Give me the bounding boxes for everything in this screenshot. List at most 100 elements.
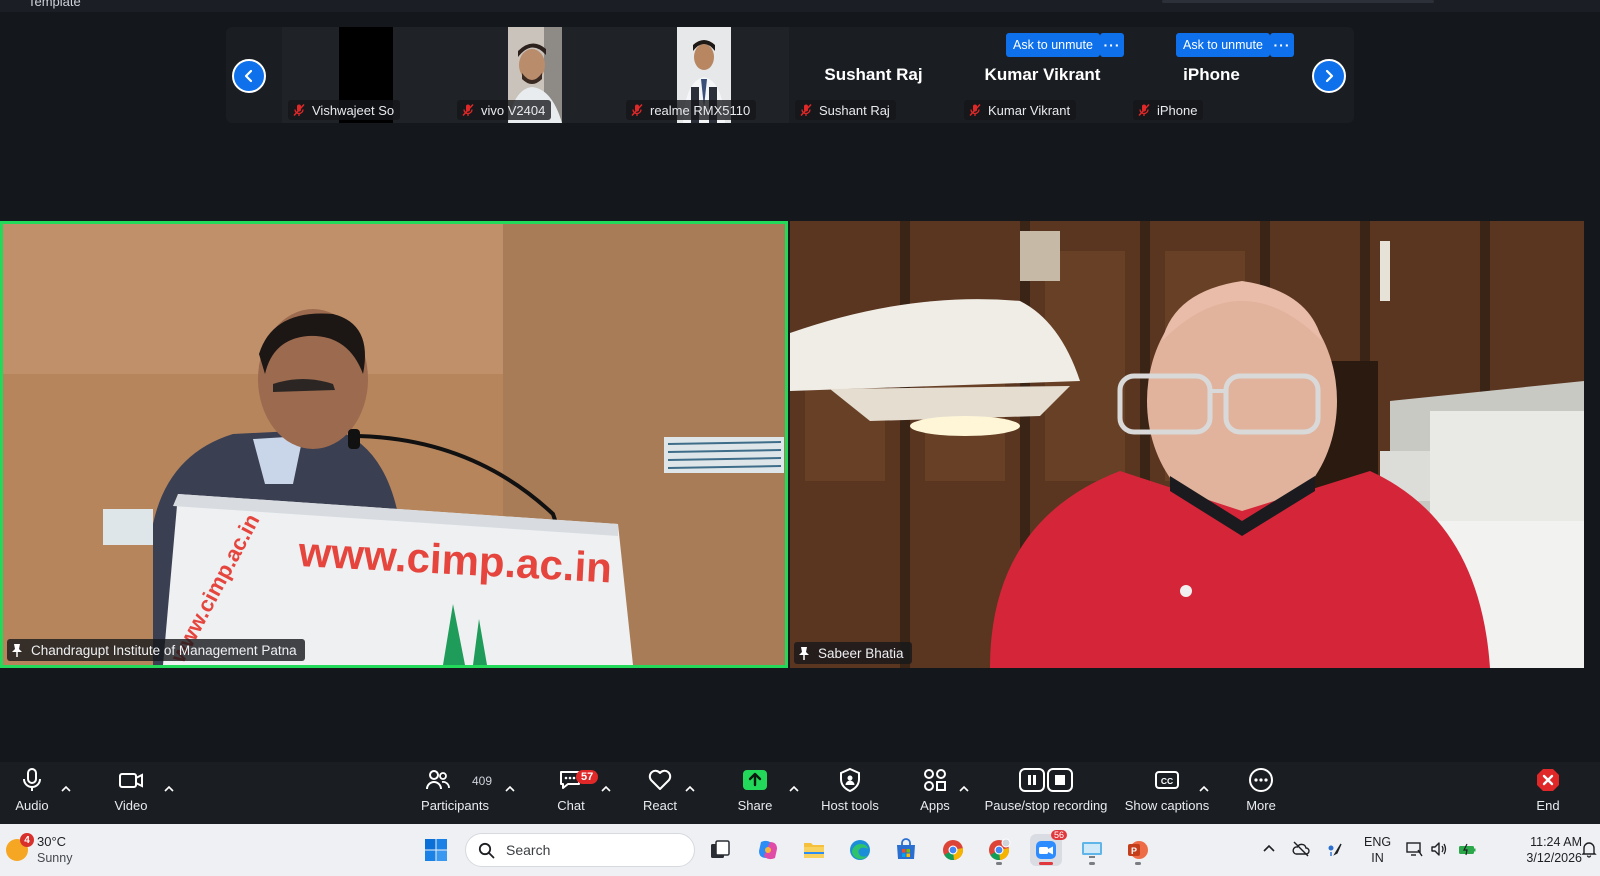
store-bag-icon: [897, 838, 915, 859]
sun-icon: 4: [6, 833, 34, 861]
input-language-button[interactable]: ENG IN: [1364, 834, 1391, 866]
speaker-icon: [1431, 842, 1447, 856]
task-view-button[interactable]: [704, 834, 736, 866]
participant-name: Sushant Raj: [824, 65, 923, 84]
gallery-prev-button[interactable]: [232, 59, 266, 93]
chevron-right-icon: [1325, 69, 1334, 83]
react-button[interactable]: React: [640, 762, 680, 824]
mic-muted-icon: [1138, 103, 1150, 117]
end-meeting-button[interactable]: End: [1532, 762, 1564, 824]
top-scroll-pill: [1162, 0, 1434, 3]
participant-tile[interactable]: vivo V2404: [451, 27, 620, 123]
show-hidden-icons-button[interactable]: [1260, 840, 1278, 858]
zoom-meeting-window: Template Vishwajeet So vivo V2404 realme…: [0, 0, 1600, 876]
chevron-up-icon: [789, 785, 799, 792]
mic-muted-icon: [631, 103, 643, 117]
battery-button[interactable]: [1458, 840, 1476, 858]
running-indicator: [1135, 862, 1141, 865]
microsoft-store-app[interactable]: [890, 834, 922, 866]
copilot-icon: [759, 840, 777, 860]
apps-options-caret[interactable]: [958, 781, 970, 792]
ask-to-unmute-button[interactable]: Ask to unmute: [1176, 33, 1270, 57]
captions-options-caret[interactable]: [1198, 781, 1210, 792]
edge-browser-app[interactable]: [844, 834, 876, 866]
zoom-app[interactable]: 56: [1030, 830, 1067, 866]
taskbar-search-input[interactable]: Search: [465, 833, 695, 867]
share-arrow-icon: [743, 770, 767, 790]
window-title: Template: [28, 0, 81, 9]
chevron-up-icon: [164, 785, 174, 792]
participant-tile[interactable]: Ask to unmute ··· Kumar Vikrant Kumar Vi…: [958, 27, 1127, 123]
start-button[interactable]: [420, 834, 452, 866]
share-options-caret[interactable]: [788, 781, 800, 792]
video-camera-icon: [119, 773, 143, 788]
chrome-icon: [943, 840, 964, 861]
participant-tile[interactable]: Sushant Raj Sushant Raj: [789, 27, 958, 123]
video-name-label: Sabeer Bhatia: [794, 642, 912, 664]
participant-more-button[interactable]: ···: [1100, 33, 1124, 57]
chat-options-caret[interactable]: [600, 781, 612, 792]
network-button[interactable]: [1405, 840, 1423, 858]
pin-icon: [12, 644, 22, 657]
pause-stop-recording-button[interactable]: Pause/stop recording: [984, 762, 1108, 824]
powerpoint-app[interactable]: P: [1122, 834, 1154, 866]
participant-label: Vishwajeet So: [288, 100, 401, 120]
video-button[interactable]: Video: [110, 762, 152, 824]
svg-text:P: P: [1131, 846, 1137, 856]
title-strip: Template: [0, 0, 1600, 12]
participants-count: 409: [472, 774, 493, 788]
react-options-caret[interactable]: [684, 781, 696, 792]
mic-muted-icon: [293, 103, 305, 117]
chevron-up-icon: [505, 785, 515, 792]
shield-icon: [840, 767, 860, 793]
apps-button[interactable]: Apps: [916, 762, 954, 824]
volume-button[interactable]: [1430, 840, 1448, 858]
heart-icon: [648, 769, 672, 790]
share-screen-button[interactable]: Share: [733, 762, 777, 824]
video-options-caret[interactable]: [163, 781, 175, 792]
participant-label: vivo V2404: [457, 100, 552, 120]
closed-captions-icon: CC: [1155, 771, 1179, 789]
participant-tile[interactable]: realme RMX5110: [620, 27, 789, 123]
participant-tile[interactable]: Ask to unmute ··· iPhone iPhone: [1127, 27, 1296, 123]
active-speaker-video[interactable]: www.cimp.ac.in www.cimp.ac.in Chandragup…: [0, 221, 788, 668]
participants-button[interactable]: Participants: [418, 762, 492, 824]
svg-text:CC: CC: [1161, 776, 1173, 786]
participants-options-caret[interactable]: [504, 781, 516, 792]
location-status-button[interactable]: [1325, 840, 1343, 858]
audio-options-caret[interactable]: [60, 781, 72, 792]
audio-button[interactable]: Audio: [12, 762, 52, 824]
network-monitor-icon: [1406, 842, 1423, 857]
weather-widget[interactable]: 4 30°C Sunny: [6, 833, 73, 866]
ask-to-unmute-button[interactable]: Ask to unmute: [1006, 33, 1100, 57]
chrome-profile-app[interactable]: [983, 834, 1015, 866]
chevron-up-icon: [1263, 844, 1275, 852]
mic-muted-icon: [800, 103, 812, 117]
running-indicator: [1039, 862, 1053, 865]
running-indicator: [1089, 862, 1095, 865]
weather-condition: Sunny: [37, 851, 73, 865]
more-button[interactable]: More: [1242, 762, 1280, 824]
chrome-app[interactable]: [937, 834, 969, 866]
system-clock[interactable]: 11:24 AM 3/12/2026: [1494, 834, 1582, 866]
participant-main-video[interactable]: Sabeer Bhatia: [790, 221, 1584, 668]
host-tools-button[interactable]: Host tools: [818, 762, 882, 824]
apps-grid-icon: [924, 769, 946, 791]
participant-label: Kumar Vikrant: [964, 100, 1077, 120]
notifications-button[interactable]: [1580, 840, 1598, 858]
remote-desktop-app[interactable]: [1076, 834, 1108, 866]
participant-tile[interactable]: Vishwajeet So: [282, 27, 451, 123]
chevron-left-icon: [244, 69, 253, 83]
battery-charging-icon: [1459, 843, 1476, 856]
gallery-next-button[interactable]: [1312, 59, 1346, 93]
microphone-icon: [23, 768, 41, 791]
weather-badge: 4: [20, 833, 34, 847]
search-icon: [478, 842, 495, 858]
onedrive-status-button[interactable]: [1292, 840, 1310, 858]
folder-icon: [804, 843, 824, 858]
copilot-app[interactable]: [752, 834, 784, 866]
speaker-video-feed: www.cimp.ac.in www.cimp.ac.in: [3, 224, 785, 665]
participant-label: realme RMX5110: [626, 100, 757, 120]
file-explorer-app[interactable]: [798, 834, 830, 866]
participant-more-button[interactable]: ···: [1270, 33, 1294, 57]
